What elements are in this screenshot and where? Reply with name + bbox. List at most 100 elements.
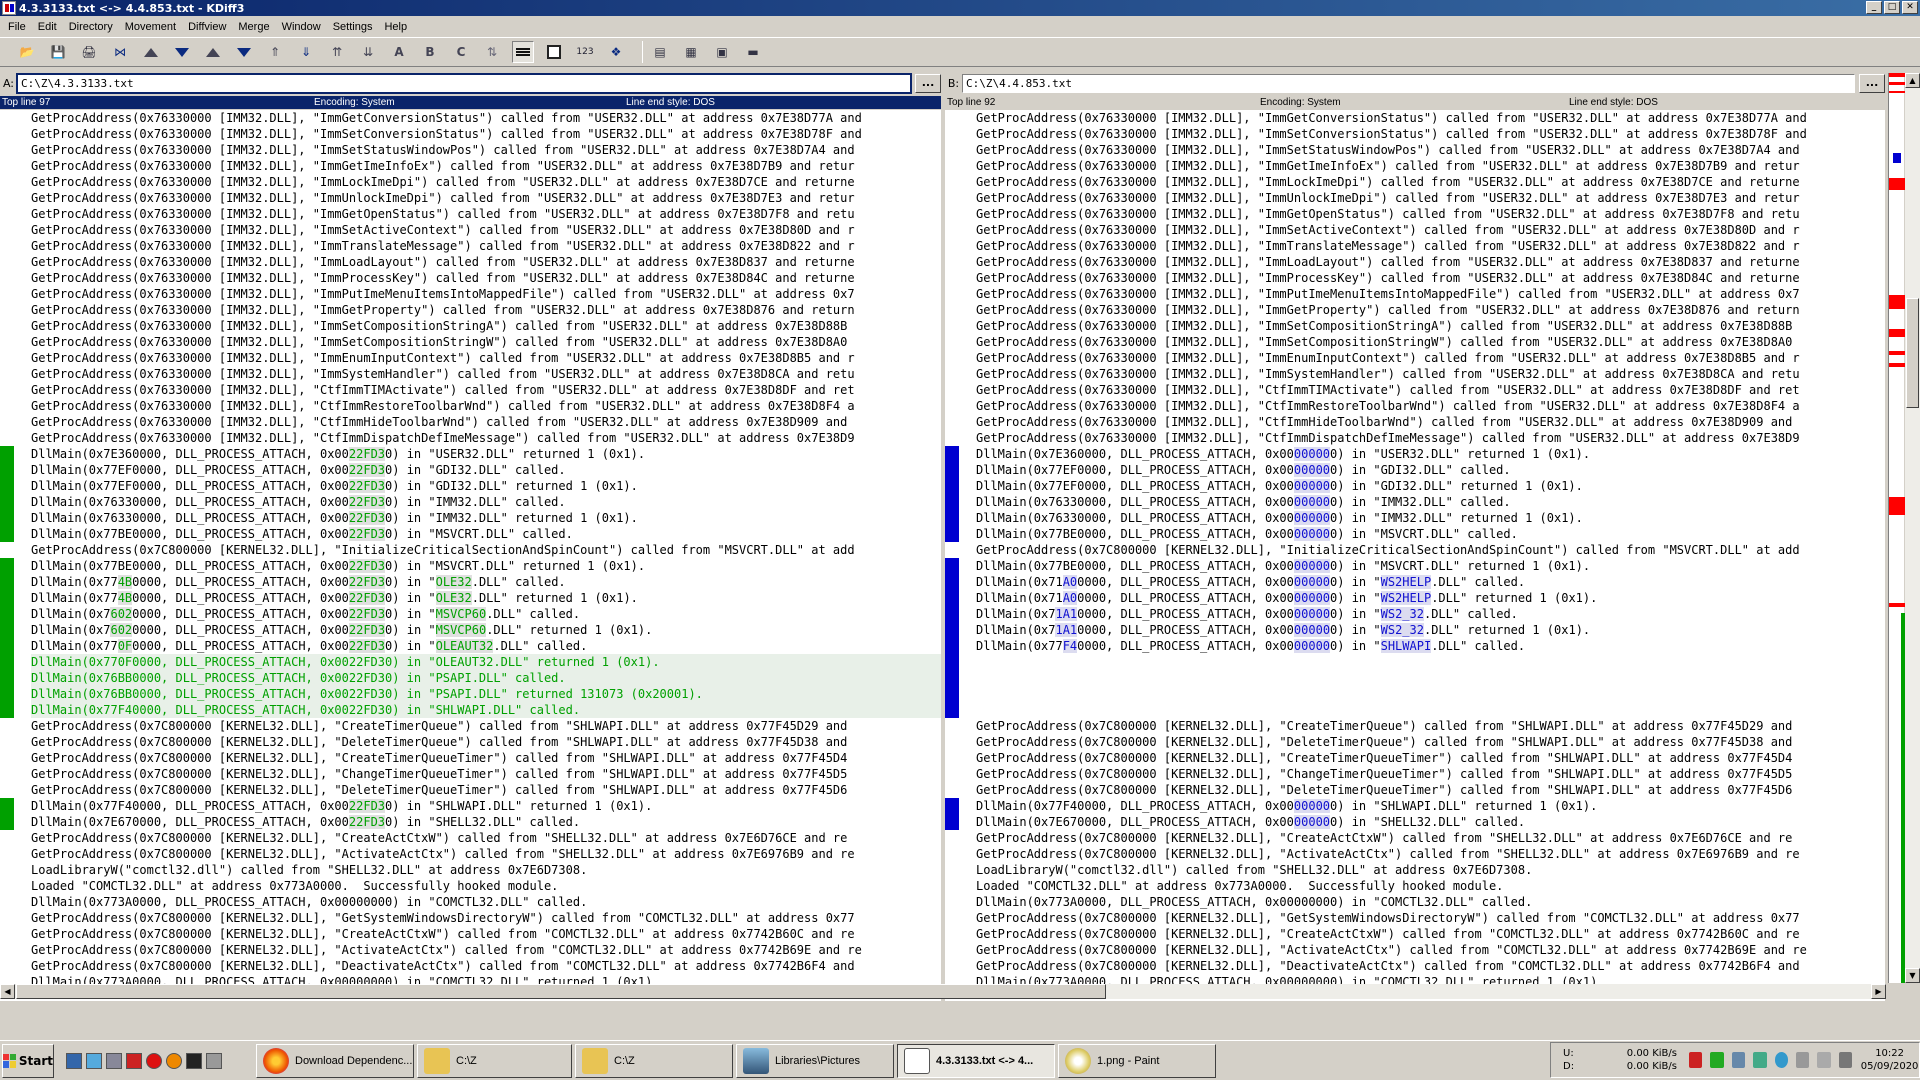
text-line[interactable]: GetProcAddress(0x7C800000 [KERNEL32.DLL]…	[31, 830, 941, 846]
text-line[interactable]: DllMain(0x773A0000, DLL_PROCESS_ATTACH, …	[976, 894, 1885, 910]
text-line[interactable]: DllMain(0x71A10000, DLL_PROCESS_ATTACH, …	[976, 622, 1885, 638]
text-line[interactable]: GetProcAddress(0x7C800000 [KERNEL32.DLL]…	[976, 926, 1885, 942]
text-line[interactable]: DllMain(0x76330000, DLL_PROCESS_ATTACH, …	[31, 510, 941, 526]
text-line[interactable]: GetProcAddress(0x76330000 [IMM32.DLL], "…	[976, 126, 1885, 142]
show-whitespace-chars-icon[interactable]	[543, 41, 565, 63]
text-line[interactable]: GetProcAddress(0x7C800000 [KERNEL32.DLL]…	[976, 542, 1885, 558]
menu-help[interactable]: Help	[378, 21, 413, 33]
text-line[interactable]: GetProcAddress(0x76330000 [IMM32.DLL], "…	[976, 302, 1885, 318]
text-line[interactable]: DllMain(0x77BE0000, DLL_PROCESS_ATTACH, …	[31, 558, 941, 574]
red-x-icon[interactable]	[1689, 1052, 1703, 1068]
text-line[interactable]: GetProcAddress(0x76330000 [IMM32.DLL], "…	[976, 206, 1885, 222]
text-line[interactable]: GetProcAddress(0x76330000 [IMM32.DLL], "…	[976, 398, 1885, 414]
maximize-button[interactable]: □	[1884, 1, 1900, 14]
scroll-right-button[interactable]: ▶	[1871, 984, 1886, 999]
text-line[interactable]: GetProcAddress(0x76330000 [IMM32.DLL], "…	[31, 142, 941, 158]
globe-icon[interactable]	[1774, 1052, 1789, 1068]
split-vertical-icon[interactable]: ▦	[680, 41, 702, 63]
text-line[interactable]: GetProcAddress(0x7C800000 [KERNEL32.DLL]…	[976, 830, 1885, 846]
text-line[interactable]: DllMain(0x7E360000, DLL_PROCESS_ATTACH, …	[31, 446, 941, 462]
text-area-b[interactable]: GetProcAddress(0x76330000 [IMM32.DLL], "…	[945, 110, 1885, 1003]
text-line[interactable]: GetProcAddress(0x76330000 [IMM32.DLL], "…	[31, 286, 941, 302]
menu-movement[interactable]: Movement	[119, 21, 182, 33]
text-line[interactable]: GetProcAddress(0x76330000 [IMM32.DLL], "…	[976, 286, 1885, 302]
text-line[interactable]: GetProcAddress(0x7C800000 [KERNEL32.DLL]…	[976, 910, 1885, 926]
kdiff3-app-icon[interactable]	[2, 1, 16, 15]
browse-button-b[interactable]: ...	[1859, 74, 1885, 93]
browse-button-a[interactable]: ...	[915, 74, 941, 93]
merge-view-icon[interactable]: ▣	[711, 41, 733, 63]
text-line[interactable]: GetProcAddress(0x7C800000 [KERNEL32.DLL]…	[31, 750, 941, 766]
text-line[interactable]: DllMain(0x77EF0000, DLL_PROCESS_ATTACH, …	[976, 478, 1885, 494]
signal-icon[interactable]	[1838, 1052, 1853, 1068]
diff-overview-bar[interactable]	[1888, 73, 1905, 983]
text-line[interactable]: DllMain(0x77BE0000, DLL_PROCESS_ATTACH, …	[976, 526, 1885, 542]
text-line[interactable]: GetProcAddress(0x76330000 [IMM32.DLL], "…	[976, 350, 1885, 366]
text-line[interactable]: GetProcAddress(0x76330000 [IMM32.DLL], "…	[976, 318, 1885, 334]
go-top-icon[interactable]	[140, 41, 162, 63]
text-line[interactable]: GetProcAddress(0x7C800000 [KERNEL32.DLL]…	[31, 846, 941, 862]
text-line[interactable]: GetProcAddress(0x76330000 [IMM32.DLL], "…	[31, 270, 941, 286]
text-line[interactable]: DllMain(0x76BB0000, DLL_PROCESS_ATTACH, …	[31, 686, 941, 702]
text-line[interactable]: GetProcAddress(0x76330000 [IMM32.DLL], "…	[31, 158, 941, 174]
text-lines-b[interactable]: GetProcAddress(0x76330000 [IMM32.DLL], "…	[976, 110, 1885, 990]
terminal-icon[interactable]	[186, 1052, 202, 1069]
text-line[interactable]: DllMain(0x7E360000, DLL_PROCESS_ATTACH, …	[976, 446, 1885, 462]
flag-icon[interactable]	[1817, 1052, 1831, 1068]
text-line[interactable]: DllMain(0x76330000, DLL_PROCESS_ATTACH, …	[976, 510, 1885, 526]
app-icon[interactable]	[126, 1052, 142, 1069]
horizontal-scroll-thumb[interactable]	[16, 984, 1106, 999]
text-line[interactable]: GetProcAddress(0x76330000 [IMM32.DLL], "…	[976, 414, 1885, 430]
minimize-button[interactable]: _	[1866, 1, 1882, 14]
text-line[interactable]: DllMain(0x77F40000, DLL_PROCESS_ATTACH, …	[976, 638, 1885, 654]
text-line[interactable]: GetProcAddress(0x7C800000 [KERNEL32.DLL]…	[976, 750, 1885, 766]
text-line[interactable]: DllMain(0x77F40000, DLL_PROCESS_ATTACH, …	[976, 798, 1885, 814]
show-whitespace-icon[interactable]	[512, 41, 534, 63]
text-line[interactable]: GetProcAddress(0x76330000 [IMM32.DLL], "…	[31, 398, 941, 414]
opera-icon[interactable]	[146, 1052, 162, 1069]
text-line[interactable]: GetProcAddress(0x76330000 [IMM32.DLL], "…	[31, 302, 941, 318]
text-line[interactable]: DllMain(0x774B0000, DLL_PROCESS_ATTACH, …	[31, 590, 941, 606]
text-line[interactable]: GetProcAddress(0x76330000 [IMM32.DLL], "…	[976, 430, 1885, 446]
show-desktop-icon[interactable]	[66, 1052, 82, 1069]
text-line[interactable]: GetProcAddress(0x76330000 [IMM32.DLL], "…	[976, 238, 1885, 254]
text-line[interactable]: LoadLibraryW("comctl32.dll") called from…	[31, 862, 941, 878]
text-line[interactable]: GetProcAddress(0x7C800000 [KERNEL32.DLL]…	[31, 734, 941, 750]
text-line[interactable]: DllMain(0x77EF0000, DLL_PROCESS_ATTACH, …	[31, 478, 941, 494]
vertical-scrollbar[interactable]: ▲ ▼	[1905, 73, 1920, 983]
text-line[interactable]: GetProcAddress(0x76330000 [IMM32.DLL], "…	[976, 174, 1885, 190]
text-line[interactable]: GetProcAddress(0x76330000 [IMM32.DLL], "…	[31, 366, 941, 382]
text-line[interactable]: DllMain(0x76330000, DLL_PROCESS_ATTACH, …	[31, 494, 941, 510]
text-line[interactable]: GetProcAddress(0x76330000 [IMM32.DLL], "…	[976, 254, 1885, 270]
text-line[interactable]: GetProcAddress(0x76330000 [IMM32.DLL], "…	[31, 206, 941, 222]
text-line[interactable]: GetProcAddress(0x76330000 [IMM32.DLL], "…	[31, 110, 941, 126]
text-line[interactable]: GetProcAddress(0x76330000 [IMM32.DLL], "…	[976, 190, 1885, 206]
go-bottom-icon[interactable]	[171, 41, 193, 63]
scroll-left-button[interactable]: ◀	[0, 984, 15, 999]
select-b-icon[interactable]: B	[419, 41, 441, 63]
text-lines-a[interactable]: GetProcAddress(0x76330000 [IMM32.DLL], "…	[31, 110, 941, 990]
text-line[interactable]: GetProcAddress(0x7C800000 [KERNEL32.DLL]…	[31, 926, 941, 942]
text-line[interactable]: GetProcAddress(0x76330000 [IMM32.DLL], "…	[31, 382, 941, 398]
text-line[interactable]: GetProcAddress(0x76330000 [IMM32.DLL], "…	[976, 110, 1885, 126]
menu-settings[interactable]: Settings	[327, 21, 379, 33]
next-conflict-icon[interactable]: ⇓	[295, 41, 317, 63]
text-line[interactable]: GetProcAddress(0x76330000 [IMM32.DLL], "…	[976, 334, 1885, 350]
text-line[interactable]: GetProcAddress(0x7C800000 [KERNEL32.DLL]…	[31, 942, 941, 958]
scroll-up-button[interactable]: ▲	[1905, 73, 1920, 88]
scroll-down-button[interactable]: ▼	[1905, 968, 1920, 983]
split-horizontal-icon[interactable]: ▤	[649, 41, 671, 63]
text-line[interactable]: DllMain(0x71A10000, DLL_PROCESS_ATTACH, …	[976, 606, 1885, 622]
text-line[interactable]: GetProcAddress(0x7C800000 [KERNEL32.DLL]…	[31, 958, 941, 974]
menu-file[interactable]: File	[2, 21, 32, 33]
text-line[interactable]: GetProcAddress(0x76330000 [IMM32.DLL], "…	[31, 350, 941, 366]
text-line[interactable]: GetProcAddress(0x76330000 [IMM32.DLL], "…	[31, 126, 941, 142]
network-tray-icon[interactable]	[1753, 1052, 1767, 1068]
text-line[interactable]: GetProcAddress(0x76330000 [IMM32.DLL], "…	[31, 318, 941, 334]
text-line[interactable]: Loaded "COMCTL32.DLL" at address 0x773A0…	[31, 878, 941, 894]
close-button[interactable]: ✕	[1902, 1, 1918, 14]
text-line[interactable]: GetProcAddress(0x76330000 [IMM32.DLL], "…	[976, 270, 1885, 286]
volume-icon[interactable]	[1796, 1052, 1810, 1068]
open-folder-icon[interactable]: 📂	[16, 41, 38, 63]
text-line[interactable]: DllMain(0x77BE0000, DLL_PROCESS_ATTACH, …	[31, 526, 941, 542]
